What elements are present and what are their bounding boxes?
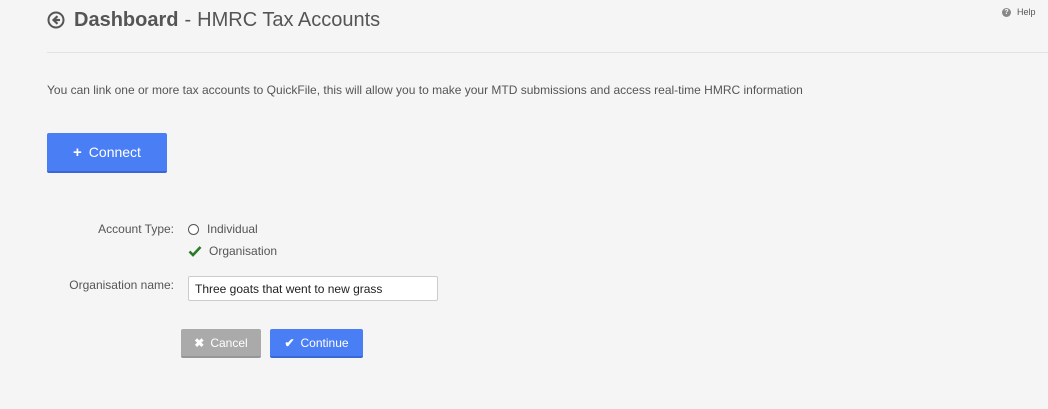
arrow-circle-left-icon[interactable] (47, 11, 65, 29)
radio-circle-icon[interactable] (188, 223, 199, 235)
organisation-name-input[interactable] (188, 276, 438, 301)
radio-organisation-label: Organisation (209, 244, 278, 258)
help-link[interactable]: ? Help (1002, 7, 1036, 17)
title-separator: - (184, 8, 192, 31)
account-type-label: Account Type: (98, 222, 174, 236)
check-icon: ✔ (284, 335, 295, 350)
help-label: Help (1017, 7, 1036, 17)
question-circle-icon: ? (1002, 7, 1011, 17)
times-icon: ✖ (194, 335, 205, 350)
connect-button-label: Connect (88, 144, 141, 160)
cancel-button[interactable]: ✖ Cancel (181, 329, 261, 358)
org-name-label: Organisation name: (69, 278, 174, 292)
page-title: Dashboard (74, 8, 179, 31)
continue-button-label: Continue (300, 335, 349, 350)
cancel-button-label: Cancel (210, 335, 248, 350)
page-subtitle: HMRC Tax Accounts (197, 8, 381, 31)
radio-organisation[interactable]: Organisation (188, 244, 277, 258)
radio-individual[interactable]: Individual (188, 222, 258, 236)
continue-button[interactable]: ✔ Continue (270, 329, 363, 358)
header-divider (47, 52, 1048, 53)
intro-text: You can link one or more tax accounts to… (47, 83, 803, 97)
plus-icon: + (73, 143, 82, 161)
connect-button[interactable]: + Connect (47, 133, 167, 173)
check-icon[interactable] (188, 245, 202, 257)
page-header: Dashboard - HMRC Tax Accounts (47, 6, 380, 34)
radio-individual-label: Individual (207, 222, 258, 236)
